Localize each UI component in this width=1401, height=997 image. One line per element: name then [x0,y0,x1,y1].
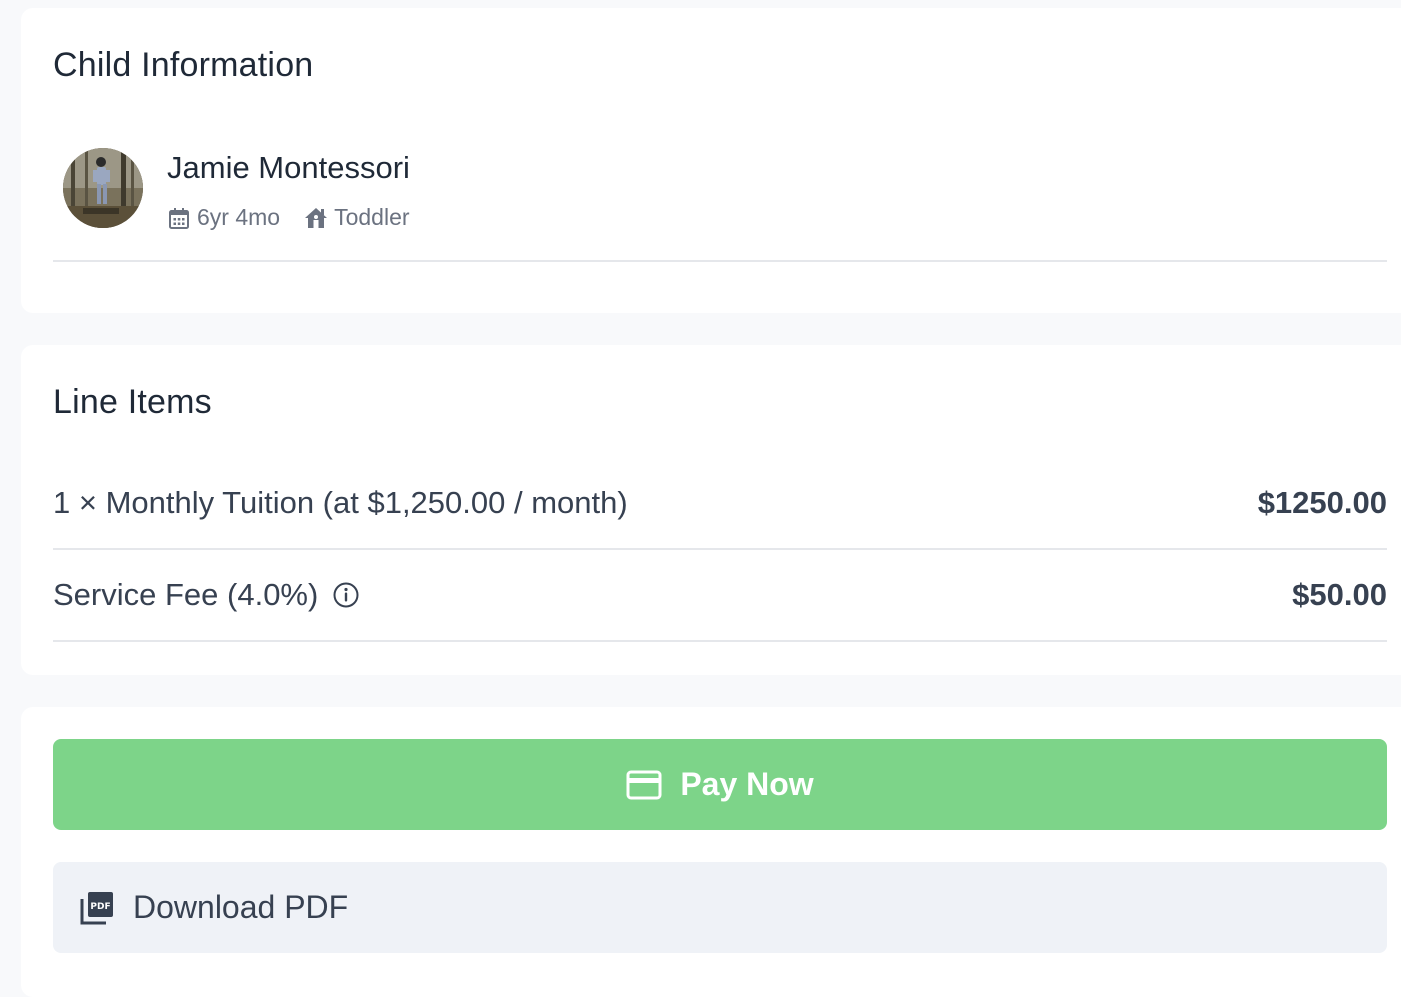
child-age: 6yr 4mo [167,204,280,231]
line-item-amount: $1250.00 [1257,485,1387,520]
svg-text:PDF: PDF [90,902,110,912]
line-item: Service Fee (4.0%) $50.00 [53,550,1387,642]
download-pdf-button[interactable]: PDF Download PDF [53,862,1387,953]
line-item-description-text: 1 × Monthly Tuition (at $1,250.00 / mont… [53,485,628,520]
line-item-amount: $50.00 [1292,577,1387,612]
child-name: Jamie Montessori [167,150,410,185]
pay-now-label: Pay Now [680,766,814,802]
child-row[interactable]: Jamie Montessori 6yr 4mo Toddler [53,130,1387,262]
credit-card-icon [626,770,662,799]
avatar [63,148,143,228]
info-icon[interactable] [332,581,360,609]
line-item: 1 × Monthly Tuition (at $1,250.00 / mont… [53,458,1387,550]
child-age-text: 6yr 4mo [197,204,281,230]
line-items-title: Line Items [53,383,212,421]
child-information-card: Child Information Jamie Montessori 6yr 4… [21,8,1401,313]
actions-card: Pay Now PDF Download PDF [21,707,1401,997]
home-icon [305,207,328,228]
line-item-description: Service Fee (4.0%) [53,577,360,613]
download-pdf-label: Download PDF [133,889,349,925]
child-classroom-text: Toddler [334,204,410,230]
line-item-description-text: Service Fee (4.0%) [53,577,319,612]
child-information-title: Child Information [53,46,314,84]
avatar-photo [63,148,143,228]
pdf-icon: PDF [80,891,113,924]
child-meta: 6yr 4mo Toddler [167,204,434,231]
line-item-description: 1 × Monthly Tuition (at $1,250.00 / mont… [53,485,628,521]
line-items-card: Line Items 1 × Monthly Tuition (at $1,25… [21,345,1401,675]
child-classroom: Toddler [304,204,410,231]
pay-now-button[interactable]: Pay Now [53,739,1387,830]
calendar-icon [169,207,189,229]
